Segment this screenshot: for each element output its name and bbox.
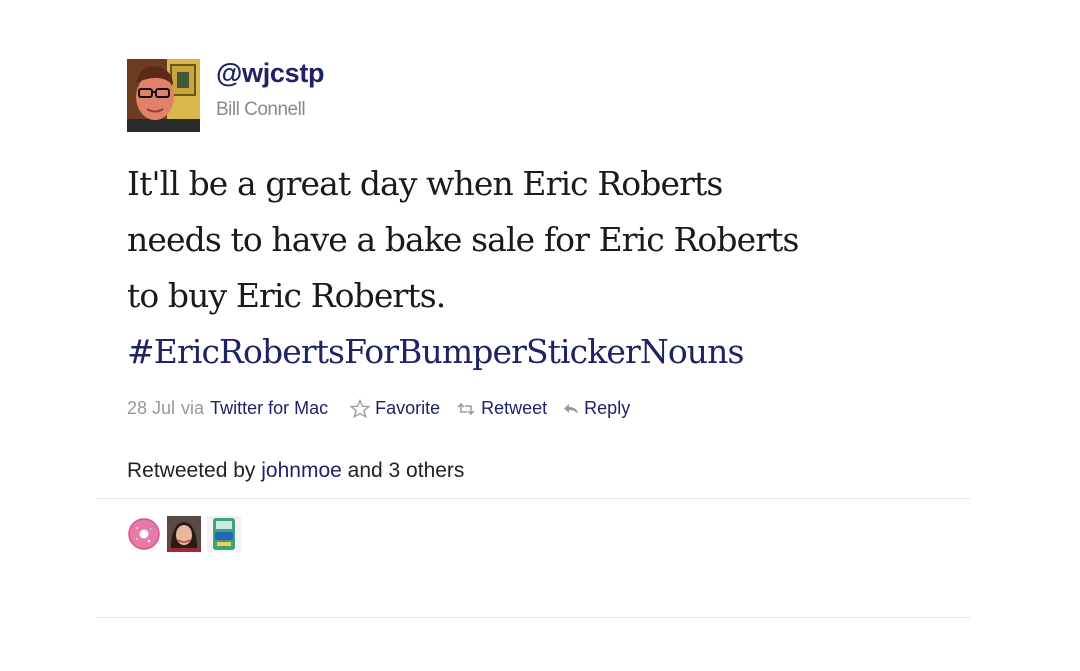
author-name: Bill Connell xyxy=(216,99,306,120)
favorite-button[interactable]: Favorite xyxy=(350,398,440,419)
retweeter-avatars xyxy=(127,516,247,552)
reply-label: Reply xyxy=(584,398,631,418)
retweeted-by: Retweeted by johnmoe and 3 others xyxy=(127,459,464,483)
retweet-label: Retweet xyxy=(481,398,548,418)
retweeter-avatar-person[interactable] xyxy=(167,516,201,552)
star-icon xyxy=(350,398,371,418)
retweeted-by-prefix: Retweeted by xyxy=(127,459,256,482)
author-handle[interactable]: @wjcstp xyxy=(216,58,325,89)
retweeter-avatar-donut[interactable] xyxy=(127,516,161,552)
retweeter-avatar-product[interactable] xyxy=(207,516,241,552)
divider xyxy=(96,498,970,499)
retweeted-by-suffix: and 3 others xyxy=(347,459,465,482)
retweet-icon xyxy=(457,402,475,415)
retweet-button[interactable]: Retweet xyxy=(456,398,547,419)
tweet-text-line: to buy Eric Roberts. xyxy=(127,276,446,315)
via-label: via xyxy=(181,398,205,418)
tweet-text-line: needs to have a bake sale for Eric Rober… xyxy=(127,220,799,259)
hashtag-link[interactable]: #EricRobertsForBumperStickerNouns xyxy=(127,324,1027,380)
tweet-meta: 28 Jul via Twitter for Mac Favorite Retw… xyxy=(127,398,630,419)
author-avatar[interactable] xyxy=(127,59,200,132)
tweet-date[interactable]: 28 Jul xyxy=(127,398,175,419)
source-link[interactable]: Twitter for Mac xyxy=(210,398,328,419)
tweet-text-line: It'll be a great day when Eric Roberts xyxy=(127,164,723,203)
divider xyxy=(96,617,970,618)
favorite-label: Favorite xyxy=(375,398,441,418)
tweet-card: @wjcstp Bill Connell It'll be a great da… xyxy=(0,0,1080,671)
reply-icon xyxy=(564,403,579,414)
tweet-text: It'll be a great day when Eric Roberts n… xyxy=(127,156,1027,380)
reply-button[interactable]: Reply xyxy=(563,398,630,419)
retweeter-link[interactable]: johnmoe xyxy=(261,459,342,482)
